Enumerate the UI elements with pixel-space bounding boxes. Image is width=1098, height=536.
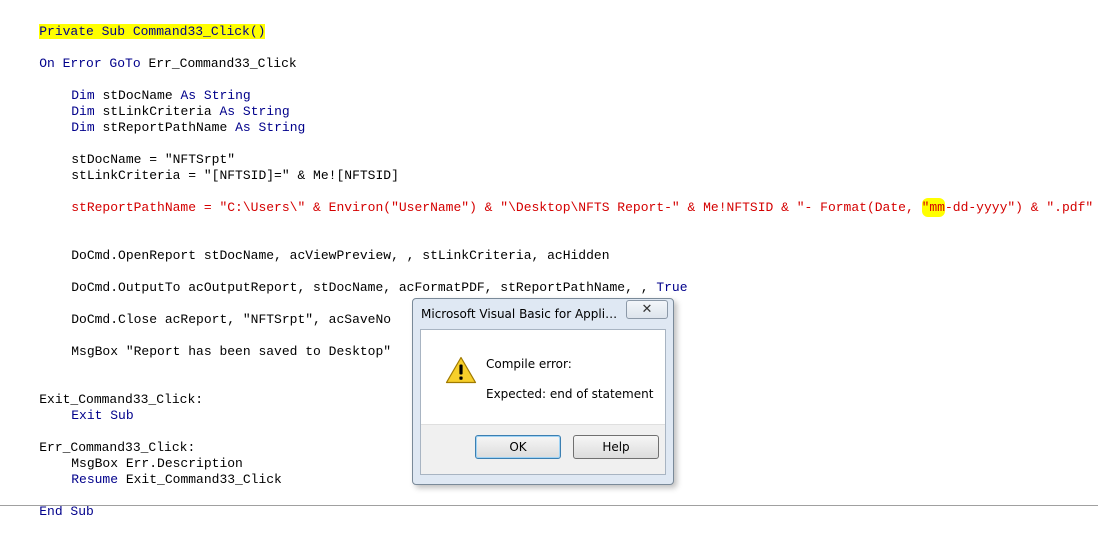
keyword: Exit Sub	[71, 408, 134, 423]
sub-declaration: Private Sub Command33_Click()	[39, 24, 266, 39]
label-ref: Exit_Command33_Click	[118, 472, 282, 487]
code-line-openreport: DoCmd.OpenReport stDocName, acViewPrevie…	[8, 232, 609, 263]
error-message: Expected: end of statement	[486, 387, 654, 401]
code-line-assign-docname: stDocName = "NFTSrpt"	[8, 136, 235, 167]
code-line-exit-label: Exit_Command33_Click:	[8, 376, 203, 407]
code-line-msgbox: MsgBox "Report has been saved to Desktop…	[8, 328, 391, 359]
dialog-content: Compile error: Expected: end of statemen…	[421, 330, 665, 426]
code-line-err-label: Err_Command33_Click:	[8, 424, 195, 455]
warning-icon	[445, 356, 477, 384]
code-line-outputto: DoCmd.OutputTo acOutputReport, stDocName…	[8, 264, 687, 295]
error-heading: Compile error:	[486, 357, 572, 371]
statement: DoCmd.Close acReport, "NFTSrpt", acSaveN…	[71, 312, 392, 327]
code-line-sub-declaration: Private Sub Command33_Click()	[8, 8, 266, 39]
code-line-on-error: On Error GoTo Err_Command33_Click	[8, 40, 296, 71]
statement: DoCmd.OutputTo acOutputReport, stDocName…	[71, 280, 657, 295]
label-ref: Err_Command33_Click	[140, 56, 297, 71]
variable-name: stReportPathName	[102, 120, 228, 135]
keyword: String	[258, 120, 306, 135]
code-line-end-sub: End Sub	[8, 488, 94, 519]
code-line-err-msgbox: MsgBox Err.Description	[8, 440, 243, 471]
keyword: Dim	[71, 120, 95, 135]
dialog-title: Microsoft Visual Basic for Applicatio...	[421, 307, 621, 321]
keyword: On Error GoTo	[39, 56, 141, 71]
statement: MsgBox "Report has been saved to Desktop…	[71, 344, 392, 359]
code-line-exit-sub: Exit Sub	[8, 392, 133, 423]
dialog-titlebar[interactable]: Microsoft Visual Basic for Applicatio...…	[413, 299, 673, 329]
editor-bottom-border	[0, 505, 1098, 506]
close-button[interactable]: ✕	[626, 300, 668, 319]
code-line-resume: Resume Exit_Command33_Click	[8, 456, 282, 487]
compile-error-dialog: Microsoft Visual Basic for Applicatio...…	[412, 298, 674, 485]
statement: DoCmd.OpenReport stDocName, acViewPrevie…	[71, 248, 610, 263]
error-statement: stReportPathName = "C:\Users\" & Environ…	[71, 200, 922, 215]
keyword: True	[656, 280, 688, 295]
code-line-dim-reportpath: Dim stReportPathName As String	[8, 104, 305, 135]
dialog-footer: OK Help	[421, 424, 665, 474]
code-line-dim-docname: Dim stDocName As String	[8, 72, 250, 103]
error-highlight: "mm	[921, 198, 945, 217]
help-button[interactable]: Help	[573, 435, 659, 459]
statement: stLinkCriteria = "[NFTSID]=" & Me![NFTSI…	[71, 168, 399, 183]
code-line-close: DoCmd.Close acReport, "NFTSrpt", acSaveN…	[8, 296, 391, 327]
ok-button[interactable]: OK	[475, 435, 561, 459]
code-line-dim-linkcriteria: Dim stLinkCriteria As String	[8, 88, 289, 119]
error-statement-tail: -dd-yyyy") & ".pdf"	[944, 200, 1094, 215]
keyword: Resume	[71, 472, 119, 487]
dialog-body: Compile error: Expected: end of statemen…	[420, 329, 666, 475]
code-line-assign-linkcriteria: stLinkCriteria = "[NFTSID]=" & Me![NFTSI…	[8, 152, 399, 183]
close-icon: ✕	[641, 302, 653, 317]
keyword: As	[235, 120, 251, 135]
code-line-error: stReportPathName = "C:\Users\" & Environ…	[8, 184, 1093, 217]
keyword: End Sub	[39, 504, 94, 519]
